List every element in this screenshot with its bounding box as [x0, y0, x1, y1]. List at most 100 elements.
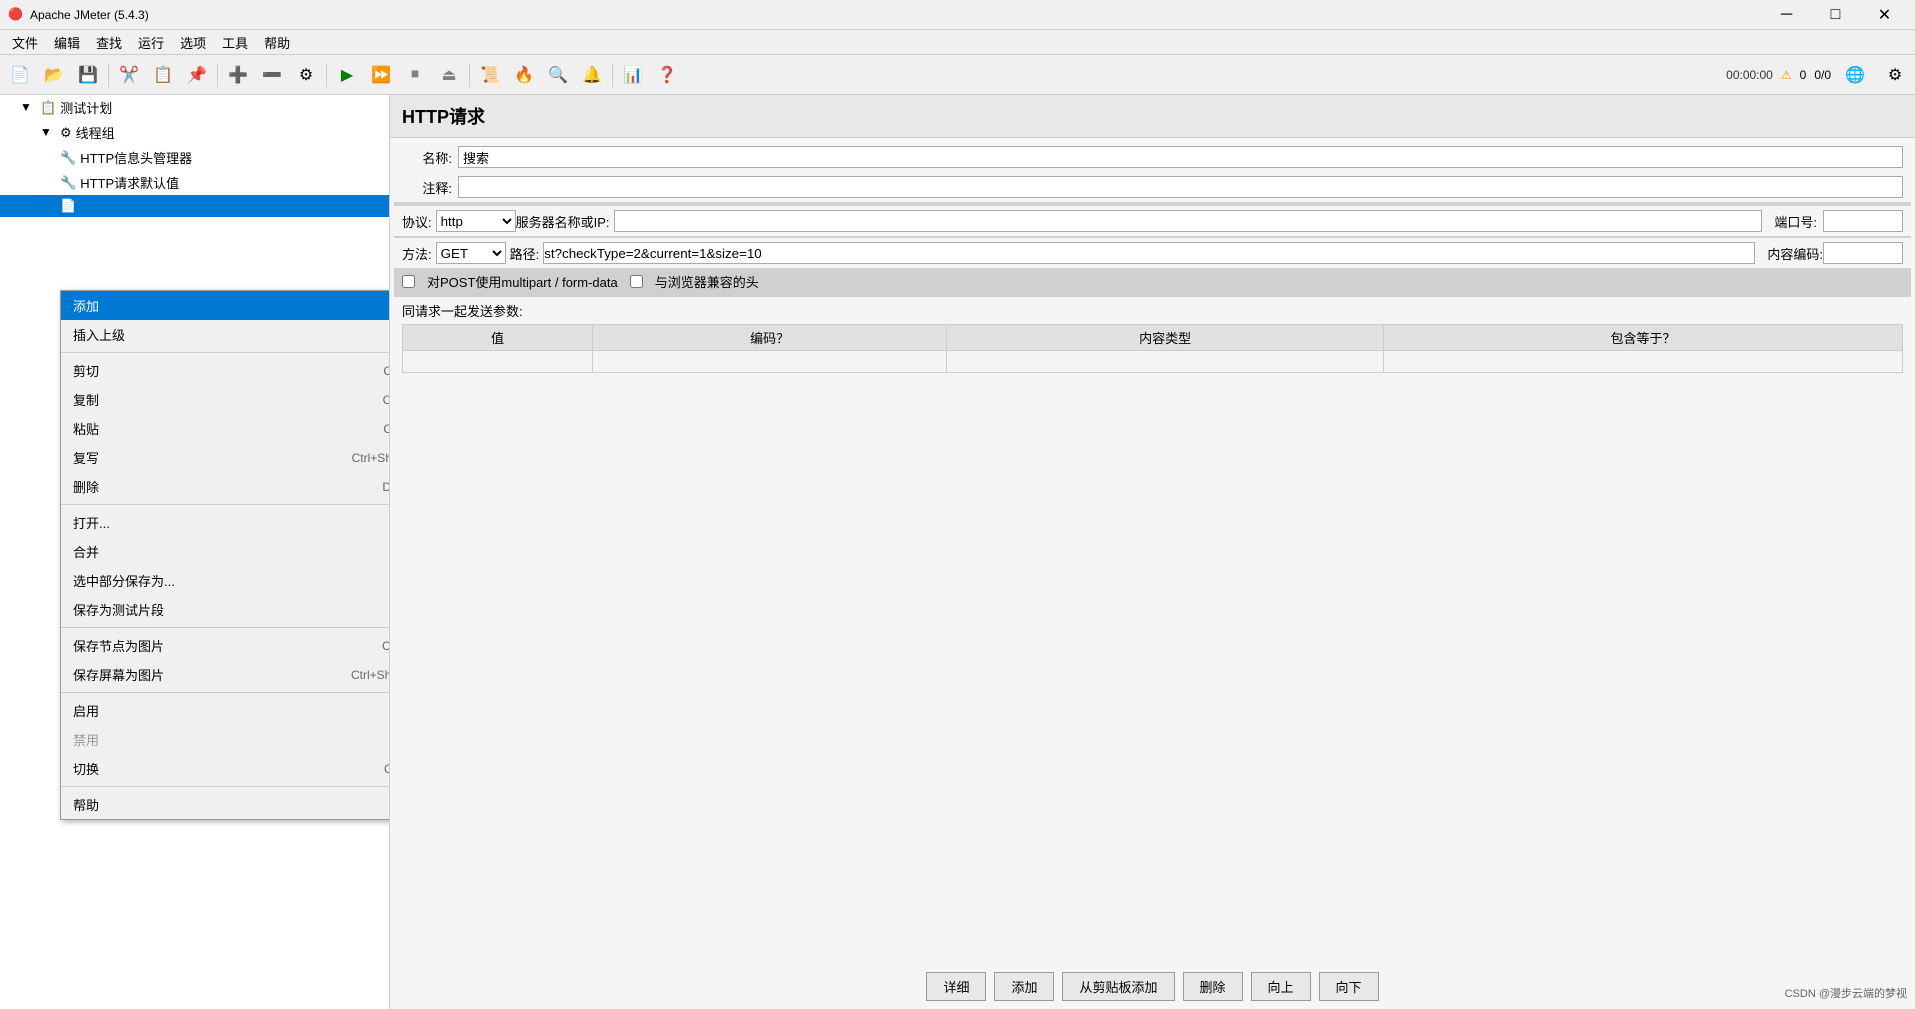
toolbar-remove[interactable]: ➖ [256, 59, 288, 91]
table-row [403, 351, 1903, 373]
title-text: Apache JMeter (5.4.3) [30, 8, 1764, 22]
ctx-sep-5 [61, 786, 390, 787]
cell-encode [592, 351, 946, 373]
right-panel: HTTP请求 名称: 注释: 协议: http https 服务器名称或IP [390, 95, 1915, 1009]
content-encoding-input[interactable] [1823, 242, 1903, 264]
cell-content-type [947, 351, 1384, 373]
menu-file[interactable]: 文件 [4, 31, 46, 54]
ctx-toggle-label: 切换 [73, 759, 99, 778]
window-controls: ─ □ ✕ [1764, 0, 1907, 30]
ctx-merge[interactable]: 合并 [61, 537, 390, 566]
ctx-cut-shortcut: Ctrl+X [383, 364, 390, 378]
name-label: 名称: [402, 148, 452, 167]
toolbar-bell[interactable]: 🔔 [576, 59, 608, 91]
ctx-add[interactable]: 添加 ▶ [61, 291, 390, 320]
ctx-paste[interactable]: 粘贴 Ctrl+V [61, 414, 390, 443]
toolbar-list[interactable]: 📊 [617, 59, 649, 91]
ctx-save-fragment[interactable]: 保存为测试片段 [61, 595, 390, 624]
toolbar-save[interactable]: 💾 [72, 59, 104, 91]
toolbar-config[interactable]: ⚙ [290, 59, 322, 91]
toolbar-new[interactable]: 📄 [4, 59, 36, 91]
ctx-delete[interactable]: 删除 Delete [61, 472, 390, 501]
maximize-button[interactable]: □ [1813, 0, 1858, 30]
ctx-delete-label: 删除 [73, 477, 99, 496]
tree-label-http-header: HTTP信息头管理器 [80, 148, 192, 167]
method-label: 方法: [402, 244, 432, 263]
multipart-checkbox[interactable] [402, 275, 415, 288]
ctx-cut-label: 剪切 [73, 361, 99, 380]
ctx-save-selection-label: 选中部分保存为... [73, 571, 175, 590]
ctx-copy[interactable]: 复制 Ctrl+C [61, 385, 390, 414]
tree-icon-test-plan: ▼ [20, 100, 36, 116]
tree-item-http-defaults[interactable]: 🔧 HTTP请求默认值 [0, 170, 389, 195]
ctx-rewrite[interactable]: 复写 Ctrl+Shift+C [61, 443, 390, 472]
ctx-save-selection[interactable]: 选中部分保存为... [61, 566, 390, 595]
main-layout: ▼ 📋 测试计划 ▼ ⚙ 线程组 🔧 HTTP信息头管理器 🔧 HTTP请求默认… [0, 95, 1915, 1009]
menu-edit[interactable]: 编辑 [46, 31, 88, 54]
method-select[interactable]: GET POST [436, 242, 506, 264]
ctx-save-screen-image[interactable]: 保存屏幕为图片 Ctrl+Shift+G [61, 660, 390, 689]
toolbar-paste[interactable]: 📌 [181, 59, 213, 91]
tree-item-thread-group[interactable]: ▼ ⚙ 线程组 [0, 120, 389, 145]
toolbar-start-no-pause[interactable]: ⏩ [365, 59, 397, 91]
down-button[interactable]: 向下 [1319, 972, 1379, 1001]
close-button[interactable]: ✕ [1862, 0, 1907, 30]
toolbar-script[interactable]: 📜 [474, 59, 506, 91]
toolbar-settings-right[interactable]: ⚙ [1879, 59, 1911, 91]
toolbar-search[interactable]: 🔍 [542, 59, 574, 91]
tree-icon-http-header: 🔧 [60, 150, 76, 166]
path-input[interactable] [543, 242, 1755, 264]
protocol-select[interactable]: http https [436, 210, 516, 232]
toolbar-open[interactable]: 📂 [38, 59, 70, 91]
ctx-paste-label: 粘贴 [73, 419, 99, 438]
menu-options[interactable]: 选项 [172, 31, 214, 54]
ctx-enable[interactable]: 启用 [61, 696, 390, 725]
left-panel: ▼ 📋 测试计划 ▼ ⚙ 线程组 🔧 HTTP信息头管理器 🔧 HTTP请求默认… [0, 95, 390, 1009]
toolbar-add[interactable]: ➕ [222, 59, 254, 91]
tree-item-http-request-selected[interactable]: 📄 [0, 195, 389, 217]
delete-button[interactable]: 删除 [1183, 972, 1243, 1001]
toolbar-copy[interactable]: 📋 [147, 59, 179, 91]
tree-item-http-header[interactable]: 🔧 HTTP信息头管理器 [0, 145, 389, 170]
tree-item-test-plan[interactable]: ▼ 📋 测试计划 [0, 95, 389, 120]
comment-input[interactable] [458, 176, 1903, 198]
toolbar-globe[interactable]: 🌐 [1839, 59, 1871, 91]
menu-help[interactable]: 帮助 [256, 31, 298, 54]
ctx-toggle[interactable]: 切换 Ctrl+T [61, 754, 390, 783]
server-input[interactable] [614, 210, 1763, 232]
minimize-button[interactable]: ─ [1764, 0, 1809, 30]
up-button[interactable]: 向上 [1251, 972, 1311, 1001]
watermark: CSDN @漫步云端的梦视 [1785, 985, 1907, 1001]
menu-run[interactable]: 运行 [130, 31, 172, 54]
ctx-disable: 禁用 [61, 725, 390, 754]
col-content-type: 内容类型 [947, 325, 1384, 351]
ctx-save-node-image[interactable]: 保存节点为图片 Ctrl+G [61, 631, 390, 660]
toolbar-test[interactable]: 🔥 [508, 59, 540, 91]
title-bar: 🔴 Apache JMeter (5.4.3) ─ □ ✕ [0, 0, 1915, 30]
name-row: 名称: [394, 142, 1911, 172]
menu-find[interactable]: 查找 [88, 31, 130, 54]
name-input[interactable] [458, 146, 1903, 168]
time-display: 00:00:00 [1726, 68, 1773, 82]
ctx-open[interactable]: 打开... [61, 508, 390, 537]
detail-button[interactable]: 详细 [926, 972, 986, 1001]
tree-icon-http-defaults: 🔧 [60, 175, 76, 191]
add-button[interactable]: 添加 [994, 972, 1054, 1001]
ctx-help[interactable]: 帮助 [61, 790, 390, 819]
toolbar-start[interactable]: ▶ [331, 59, 363, 91]
ctx-cut[interactable]: 剪切 Ctrl+X [61, 356, 390, 385]
ctx-save-node-image-shortcut: Ctrl+G [382, 639, 390, 653]
tree-icon-http-request: 📄 [60, 198, 76, 214]
toolbar-cut[interactable]: ✂️ [113, 59, 145, 91]
menu-tools[interactable]: 工具 [214, 31, 256, 54]
add-from-clipboard-button[interactable]: 从剪贴板添加 [1062, 972, 1174, 1001]
toolbar-stop[interactable]: ⏹ [399, 59, 431, 91]
comment-row: 注释: [394, 172, 1911, 202]
col-value: 值 [403, 325, 593, 351]
cell-include-equals [1384, 351, 1903, 373]
port-input[interactable] [1823, 210, 1903, 232]
toolbar-question[interactable]: ❓ [651, 59, 683, 91]
ctx-insert-parent[interactable]: 插入上级 ▶ [61, 320, 390, 349]
toolbar-shutdown[interactable]: ⏏ [433, 59, 465, 91]
browser-compat-checkbox[interactable] [630, 275, 643, 288]
